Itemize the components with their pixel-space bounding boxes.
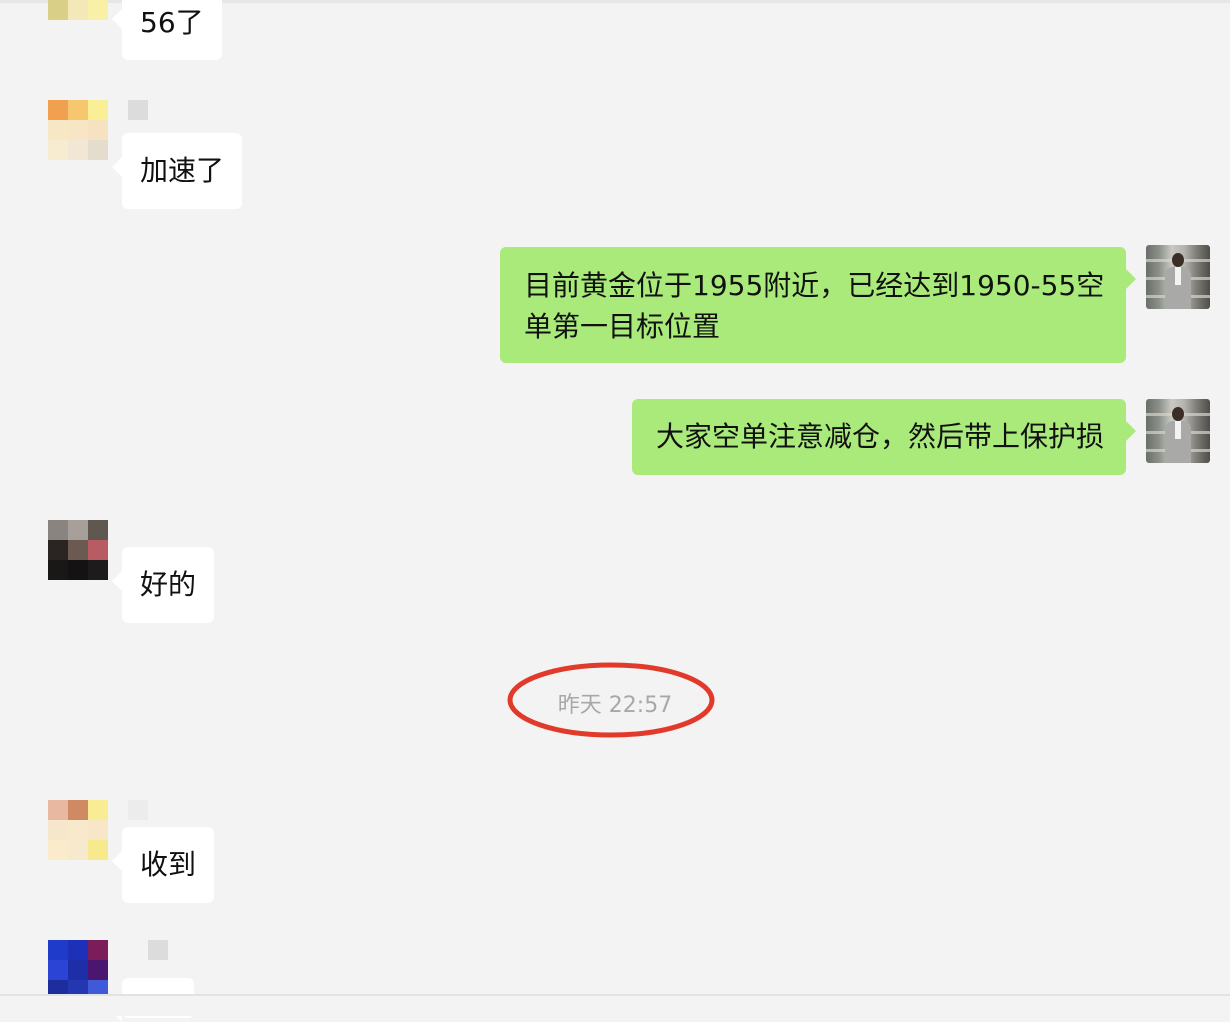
message-bubble-incoming[interactable]: 加速了: [111, 133, 243, 209]
message-bubble-incoming[interactable]: 好的: [111, 547, 215, 623]
red-circle-annotation: [507, 662, 715, 738]
avatar[interactable]: [48, 0, 108, 20]
self-avatar[interactable]: [1146, 245, 1210, 309]
input-area-divider: [0, 994, 1230, 1016]
sender-name-redacted: [148, 940, 168, 960]
avatar[interactable]: [48, 520, 108, 580]
message-bubble-incoming[interactable]: 收到: [111, 827, 215, 903]
message-text: 加速了: [140, 154, 225, 187]
message-text: 大家空单注意减仓，然后带上保护损: [656, 420, 1105, 453]
message-bubble-outgoing[interactable]: 目前黄金位于1955附近，已经达到1950-55空单第一目标位置: [500, 247, 1136, 363]
avatar[interactable]: [48, 100, 108, 160]
avatar[interactable]: [48, 800, 108, 860]
message-bubble-outgoing[interactable]: 大家空单注意减仓，然后带上保护损: [632, 399, 1136, 475]
message-text: 收到: [140, 848, 197, 881]
self-avatar[interactable]: [1146, 399, 1210, 463]
sender-name-redacted: [128, 800, 148, 820]
message-text: 目前黄金位于1955附近，已经达到1950-55空单第一目标位置: [524, 269, 1105, 343]
message-text: 好的: [140, 568, 197, 601]
message-text: 56了: [140, 5, 204, 39]
avatar[interactable]: [48, 940, 108, 1000]
message-bubble-incoming[interactable]: 56了: [112, 0, 222, 60]
sender-name-redacted: [128, 100, 148, 120]
